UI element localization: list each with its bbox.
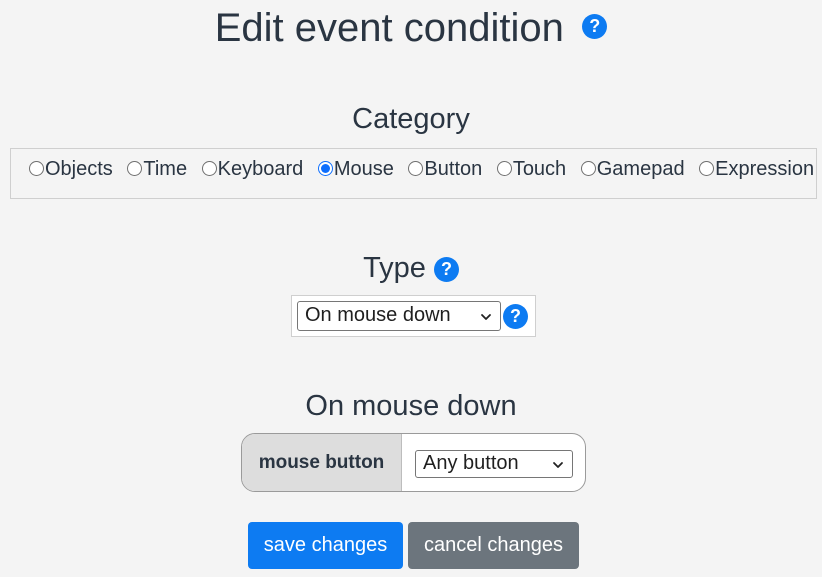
cancel-changes-button[interactable]: cancel changes (408, 522, 579, 569)
category-option-touch[interactable]: Touch (496, 158, 566, 180)
category-options: Objects Time Keyboard Mouse Button Touch… (29, 158, 822, 180)
question-circle-icon[interactable]: ? (582, 13, 608, 39)
chevron-down-icon (553, 462, 563, 468)
question-circle-icon[interactable]: ? (503, 304, 528, 329)
radio-icon[interactable] (201, 161, 217, 176)
category-option-expression[interactable]: Expression (699, 158, 814, 180)
category-radio-group: Objects Time Keyboard Mouse Button Touch… (10, 148, 817, 199)
type-select[interactable]: On mouse down (297, 301, 501, 331)
save-changes-button[interactable]: save changes (248, 522, 403, 569)
type-select-value: On mouse down (305, 304, 451, 326)
question-circle-icon[interactable]: ? (433, 257, 459, 282)
radio-icon[interactable] (496, 161, 512, 176)
page-title: Edit event condition (214, 6, 564, 50)
radio-icon[interactable] (699, 161, 715, 176)
category-option-mouse[interactable]: Mouse (317, 158, 394, 180)
radio-icon[interactable] (127, 161, 143, 176)
condition-heading: On mouse down (305, 390, 517, 422)
category-option-keyboard[interactable]: Keyboard (201, 158, 303, 180)
mouse-button-select[interactable]: Any button (415, 450, 573, 478)
type-heading-row: Type? (0, 251, 822, 285)
type-select-container: On mouse down ? (291, 295, 536, 337)
category-option-objects[interactable]: Objects (29, 158, 113, 180)
category-option-button[interactable]: Button (408, 158, 482, 180)
radio-icon[interactable] (580, 161, 596, 176)
radio-icon[interactable] (29, 161, 44, 176)
type-heading: Type (363, 252, 426, 284)
param-label: mouse button (242, 434, 402, 491)
radio-icon[interactable] (408, 161, 424, 176)
mouse-button-param: mouse button Any button (241, 433, 586, 492)
category-option-time[interactable]: Time (127, 158, 187, 180)
dialog-header: Edit event condition ? (0, 2, 822, 54)
chevron-down-icon (481, 314, 491, 320)
category-option-gamepad[interactable]: Gamepad (580, 158, 685, 180)
category-heading: Category (352, 103, 470, 135)
radio-checked-icon[interactable] (317, 161, 333, 176)
mouse-button-select-value: Any button (423, 452, 519, 474)
